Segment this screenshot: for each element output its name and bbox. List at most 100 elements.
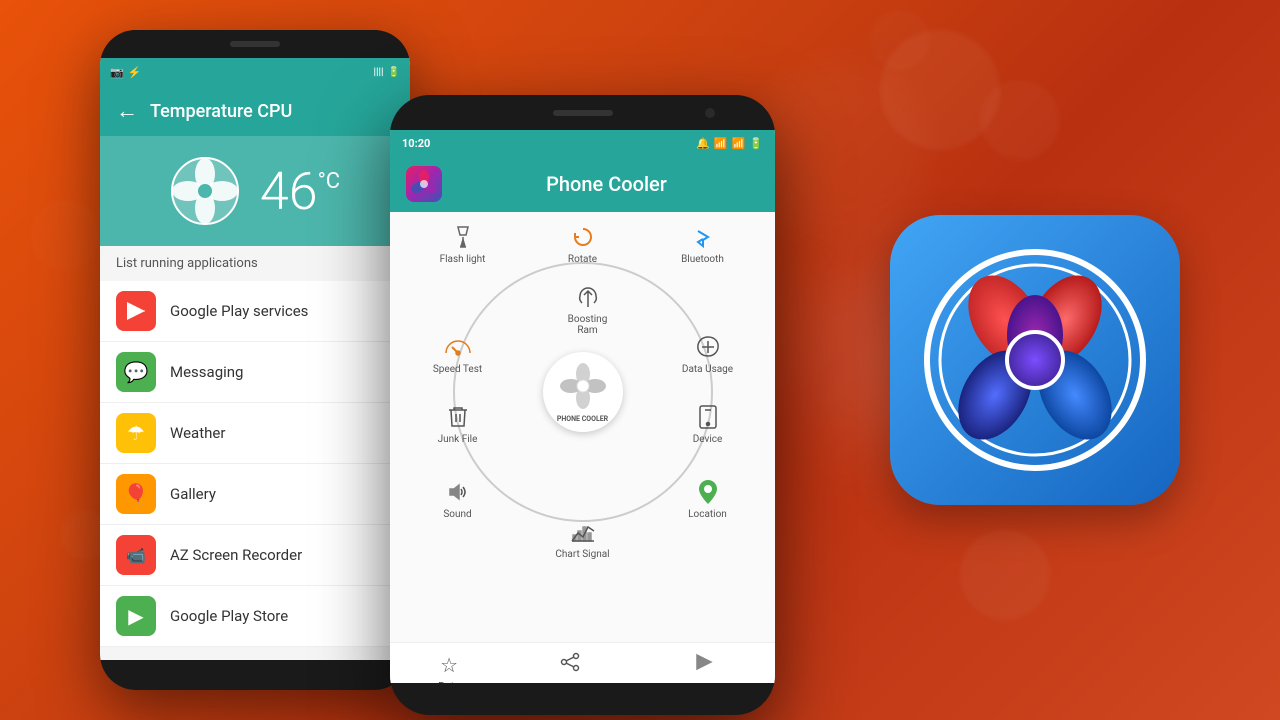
- alarm-icon: 🔔: [696, 137, 710, 150]
- boost-icon: [573, 282, 603, 312]
- phone-right-top: [390, 95, 775, 130]
- center-fan-label: PHONE COOLER: [557, 415, 608, 423]
- speedtest-label: Speed Test: [433, 364, 482, 375]
- app-name-play-store: Google Play Store: [170, 607, 288, 625]
- rotate-icon: [568, 222, 598, 252]
- list-item[interactable]: ▶ Google Play Store: [100, 586, 410, 647]
- circular-menu: Flash light Rotate Bluetooth: [413, 222, 753, 562]
- list-item[interactable]: 🎈 Gallery: [100, 464, 410, 525]
- temp-reading: 46°C: [260, 161, 340, 222]
- chartsignal-label: Chart Signal: [555, 549, 609, 560]
- menu-item-location[interactable]: Location: [678, 477, 738, 520]
- messaging-icon: 💬: [124, 360, 149, 384]
- app-list: Google Play services 💬 Messaging ☂ Weath…: [100, 281, 410, 647]
- phone-left-speaker: [230, 41, 280, 47]
- battery-icon: 🔋: [388, 67, 400, 78]
- photo-icon: 📷: [110, 66, 124, 79]
- menu-item-chartsignal[interactable]: Chart Signal: [553, 517, 613, 560]
- boost-label: Boosting Ram: [558, 314, 618, 336]
- app-name-google-play-services: Google Play services: [170, 302, 308, 320]
- menu-item-flashlight[interactable]: Flash light: [433, 222, 493, 265]
- location-label: Location: [688, 509, 727, 520]
- junkfile-label: Junk File: [438, 434, 478, 445]
- fan-large-svg: [920, 245, 1150, 475]
- flashlight-label: Flash light: [440, 254, 486, 265]
- app-icon-messaging: 💬: [116, 352, 156, 392]
- cooler-header: Phone Cooler: [390, 156, 775, 212]
- nav-more-app[interactable]: More app: [681, 651, 727, 683]
- fan-icon-left: [170, 156, 240, 226]
- rate-label: Rate: [438, 680, 460, 684]
- phone-left-header: ← Temperature CPU: [100, 86, 410, 136]
- phone-right-status-bar: 10:20 🔔 📶 📶 🔋: [390, 130, 775, 156]
- more-app-icon: [693, 651, 715, 678]
- center-fan[interactable]: PHONE COOLER: [543, 352, 623, 432]
- junkfile-icon: [443, 402, 473, 432]
- weather-icon: ☂: [127, 421, 145, 445]
- cooler-header-fan-icon: [410, 170, 438, 198]
- menu-item-boost[interactable]: Boosting Ram: [558, 282, 618, 336]
- menu-item-speedtest[interactable]: Speed Test: [428, 332, 488, 375]
- list-header: List running applications: [100, 246, 410, 281]
- nav-rate[interactable]: ☆ Rate: [438, 653, 460, 684]
- datausage-label: Data Usage: [682, 364, 733, 375]
- temperature-display: 46°C: [100, 136, 410, 246]
- phone-right-screen: 10:20 🔔 📶 📶 🔋 Phone Cooler: [390, 130, 775, 683]
- temp-number: 46: [260, 161, 318, 222]
- share-icon: [559, 651, 581, 678]
- notify-icon: ⚡: [128, 66, 142, 79]
- app-icon-az-recorder: 📹: [116, 535, 156, 575]
- menu-item-device[interactable]: Device: [678, 402, 738, 445]
- phone-left: 📷 ⚡ |||| 🔋 ← Temperature CPU: [100, 30, 410, 690]
- phone-camera: [705, 108, 715, 118]
- screen-title: Temperature CPU: [150, 101, 292, 122]
- phone-left-top: [100, 30, 410, 58]
- rate-icon: ☆: [440, 653, 458, 677]
- sound-icon: [443, 477, 473, 507]
- app-name-weather: Weather: [170, 424, 225, 442]
- list-item[interactable]: 📹 AZ Screen Recorder: [100, 525, 410, 586]
- back-arrow-icon[interactable]: ←: [116, 98, 138, 124]
- cooler-app-icon: [406, 166, 442, 202]
- sound-label: Sound: [443, 509, 471, 520]
- phone-left-screen: 📷 ⚡ |||| 🔋 ← Temperature CPU: [100, 58, 410, 660]
- temp-unit: °C: [318, 169, 341, 194]
- menu-item-bluetooth[interactable]: Bluetooth: [673, 222, 733, 265]
- datausage-icon: [693, 332, 723, 362]
- app-name-messaging: Messaging: [170, 363, 243, 381]
- list-item[interactable]: 💬 Messaging: [100, 342, 410, 403]
- nav-share[interactable]: Share: [556, 651, 584, 683]
- play-store-icon: ▶: [128, 604, 143, 628]
- app-large-icon: [890, 215, 1180, 505]
- phone-right: 10:20 🔔 📶 📶 🔋 Phone Cooler: [390, 95, 775, 715]
- list-item[interactable]: Google Play services: [100, 281, 410, 342]
- chartsignal-icon: [568, 517, 598, 547]
- status-right-area: 🔔 📶 📶 🔋: [696, 137, 763, 150]
- center-fan-icon: [558, 361, 608, 411]
- cooler-main-area: Flash light Rotate Bluetooth: [390, 212, 775, 642]
- app-icon-weather: ☂: [116, 413, 156, 453]
- menu-item-rotate[interactable]: Rotate: [553, 222, 613, 265]
- list-item[interactable]: ☂ Weather: [100, 403, 410, 464]
- bottom-navigation: ☆ Rate Share: [390, 642, 775, 683]
- battery-right-icon: 🔋: [749, 137, 763, 150]
- phone-left-status-bar: 📷 ⚡ |||| 🔋: [100, 58, 410, 86]
- app-icon-play-store: ▶: [116, 596, 156, 636]
- flashlight-icon: [448, 222, 478, 252]
- app-icon-google-play-services: [116, 291, 156, 331]
- app-name-az-recorder: AZ Screen Recorder: [170, 546, 302, 564]
- signal-bars: ||||: [373, 67, 383, 78]
- cooler-screen-title: Phone Cooler: [454, 172, 759, 196]
- device-icon: [693, 402, 723, 432]
- device-label: Device: [693, 434, 723, 445]
- menu-item-datausage[interactable]: Data Usage: [678, 332, 738, 375]
- status-left-icons: 📷 ⚡: [110, 66, 141, 79]
- phone-right-speaker: [553, 110, 613, 116]
- app-icon-gallery: 🎈: [116, 474, 156, 514]
- app-name-gallery: Gallery: [170, 485, 216, 503]
- menu-item-junkfile[interactable]: Junk File: [428, 402, 488, 445]
- rotate-label: Rotate: [568, 254, 597, 265]
- menu-item-sound[interactable]: Sound: [428, 477, 488, 520]
- location-icon: [693, 477, 723, 507]
- share-label: Share: [556, 681, 584, 683]
